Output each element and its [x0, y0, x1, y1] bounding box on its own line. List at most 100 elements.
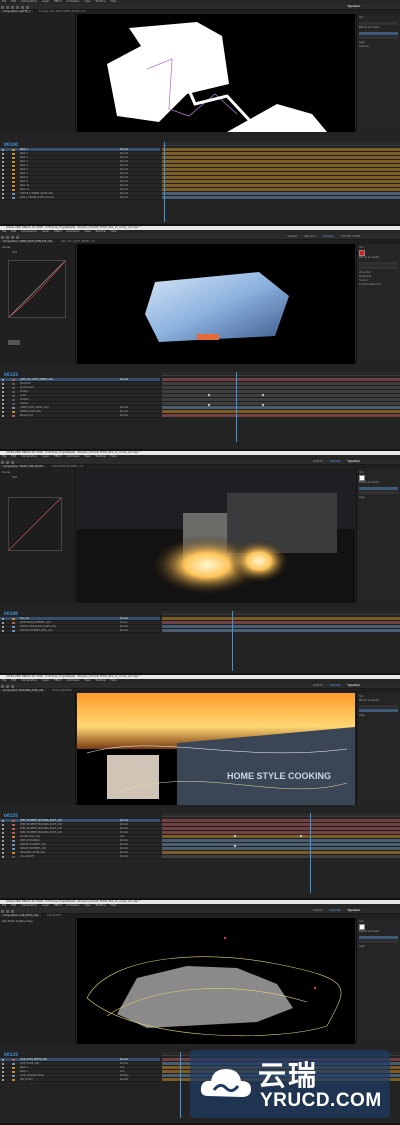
menu-edit[interactable]: Edit — [11, 679, 16, 682]
visibility-eye-icon[interactable] — [2, 1063, 4, 1065]
label-color-chip[interactable] — [12, 411, 15, 413]
visibility-eye-icon[interactable] — [2, 161, 4, 163]
menu-window[interactable]: Window — [95, 230, 105, 233]
menu-animation[interactable]: Animation — [66, 455, 79, 458]
visibility-eye-icon[interactable] — [2, 407, 4, 409]
selection-tool-icon[interactable] — [1, 684, 4, 688]
menu-composition[interactable]: Composition — [21, 455, 37, 458]
label-color-chip[interactable] — [12, 379, 15, 381]
menu-file[interactable]: File — [2, 679, 6, 682]
visibility-eye-icon[interactable] — [2, 149, 4, 151]
label-color-chip[interactable] — [12, 181, 15, 183]
visibility-eye-icon[interactable] — [2, 395, 4, 397]
effects-presets-tab[interactable]: Effects & Presets — [359, 930, 398, 934]
label-color-chip[interactable] — [12, 1075, 15, 1077]
workspace-default[interactable]: Default — [313, 684, 322, 687]
workspace-libraries[interactable]: Libraries — [329, 460, 340, 463]
workspace-libraries[interactable]: Libraries — [323, 235, 334, 238]
time-ruler[interactable] — [162, 372, 400, 376]
menu-composition[interactable]: Composition — [21, 230, 37, 233]
composition-viewer[interactable] — [77, 14, 355, 132]
zoom-tool-icon[interactable] — [11, 460, 14, 464]
visibility-eye-icon[interactable] — [2, 832, 4, 834]
hand-tool-icon[interactable] — [6, 235, 9, 239]
curves-graph[interactable] — [8, 497, 62, 551]
visibility-eye-icon[interactable] — [2, 379, 4, 381]
workspace-libraries[interactable]: Libraries — [329, 909, 340, 912]
menu-layer[interactable]: Layer — [42, 904, 49, 907]
menu-edit[interactable]: Edit — [11, 904, 16, 907]
label-color-chip[interactable] — [12, 622, 15, 624]
align-tab[interactable]: Align — [359, 714, 398, 718]
label-color-chip[interactable] — [12, 820, 15, 822]
selection-tool-icon[interactable] — [1, 5, 4, 9]
curves-graph[interactable] — [8, 260, 66, 318]
current-time-indicator[interactable] — [232, 611, 233, 671]
label-color-chip[interactable] — [12, 391, 15, 393]
visibility-eye-icon[interactable] — [2, 185, 4, 187]
label-color-chip[interactable] — [12, 1071, 15, 1073]
libraries-tab[interactable]: Libraries — [359, 45, 398, 49]
visibility-eye-icon[interactable] — [2, 169, 4, 171]
layer-track-bar[interactable] — [162, 855, 400, 859]
label-color-chip[interactable] — [12, 403, 15, 405]
timecode-display[interactable]: 00108 — [4, 611, 18, 616]
visibility-eye-icon[interactable] — [2, 852, 4, 854]
reset-button[interactable] — [8, 340, 20, 345]
label-color-chip[interactable] — [12, 383, 15, 385]
comp-tab[interactable]: Composition: BUILDING_FIRE_v04 — [0, 689, 47, 692]
menu-view[interactable]: View — [84, 230, 90, 233]
menu-composition[interactable]: Composition — [21, 0, 37, 3]
layer-row[interactable]: [SMOKE_ELEMENT_PASS_v01] Normal — [0, 629, 160, 633]
visibility-eye-icon[interactable] — [2, 824, 4, 826]
menu-help[interactable]: Help — [111, 0, 117, 3]
menu-view[interactable]: View — [84, 455, 90, 458]
effects-presets-tab[interactable]: Effects & Presets — [359, 26, 398, 30]
text-tool-icon[interactable] — [21, 5, 24, 9]
label-color-chip[interactable] — [12, 161, 15, 163]
menu-view[interactable]: View — [84, 679, 90, 682]
visibility-eye-icon[interactable] — [2, 844, 4, 846]
comp-tab[interactable]: Composition: TRUCK_FIRE_BLAST — [0, 465, 46, 468]
visibility-eye-icon[interactable] — [2, 1067, 4, 1069]
effects-row[interactable] — [359, 491, 398, 494]
workspace-curves[interactable]: CURVES_COMP — [341, 235, 360, 238]
menu-help[interactable]: Help — [111, 455, 117, 458]
time-ruler[interactable] — [162, 813, 400, 817]
effects-row[interactable] — [359, 36, 398, 39]
label-color-chip[interactable] — [12, 832, 15, 834]
effects-row[interactable] — [359, 940, 398, 943]
menu-window[interactable]: Window — [95, 0, 105, 3]
comp-tab[interactable]: Composition: MATTE_T — [0, 10, 34, 13]
effects-row-selected[interactable] — [359, 31, 398, 35]
menu-effect[interactable]: Effect — [54, 455, 61, 458]
label-color-chip[interactable] — [12, 173, 15, 175]
timecode-display[interactable]: 00123 — [4, 372, 18, 377]
layer-mode[interactable]: Normal — [120, 414, 128, 417]
visibility-eye-icon[interactable] — [2, 383, 4, 385]
menu-view[interactable]: View — [84, 0, 90, 3]
menu-edit[interactable]: Edit — [11, 455, 16, 458]
visibility-eye-icon[interactable] — [2, 828, 4, 830]
visibility-eye-icon[interactable] — [2, 630, 4, 632]
effects-row-selected[interactable] — [359, 709, 398, 712]
label-color-chip[interactable] — [12, 1059, 15, 1061]
menu-composition[interactable]: Composition — [21, 679, 37, 682]
visibility-eye-icon[interactable] — [2, 165, 4, 167]
effects-row-selected[interactable] — [359, 486, 398, 490]
layer-track-bar[interactable] — [162, 629, 400, 633]
menu-window[interactable]: Window — [95, 904, 105, 907]
composition-viewer[interactable] — [77, 244, 355, 364]
label-color-chip[interactable] — [12, 399, 15, 401]
visibility-eye-icon[interactable] — [2, 618, 4, 620]
menu-animation[interactable]: Animation — [66, 904, 79, 907]
zoom-tool-icon[interactable] — [11, 235, 14, 239]
visibility-eye-icon[interactable] — [2, 848, 4, 850]
menu-help[interactable]: Help — [111, 679, 117, 682]
track-area[interactable] — [162, 617, 400, 633]
visibility-eye-icon[interactable] — [2, 1059, 4, 1061]
label-color-chip[interactable] — [12, 157, 15, 159]
align-tab[interactable]: Align — [359, 945, 398, 949]
time-ruler[interactable] — [162, 142, 400, 146]
composition-viewer[interactable] — [77, 918, 355, 1044]
